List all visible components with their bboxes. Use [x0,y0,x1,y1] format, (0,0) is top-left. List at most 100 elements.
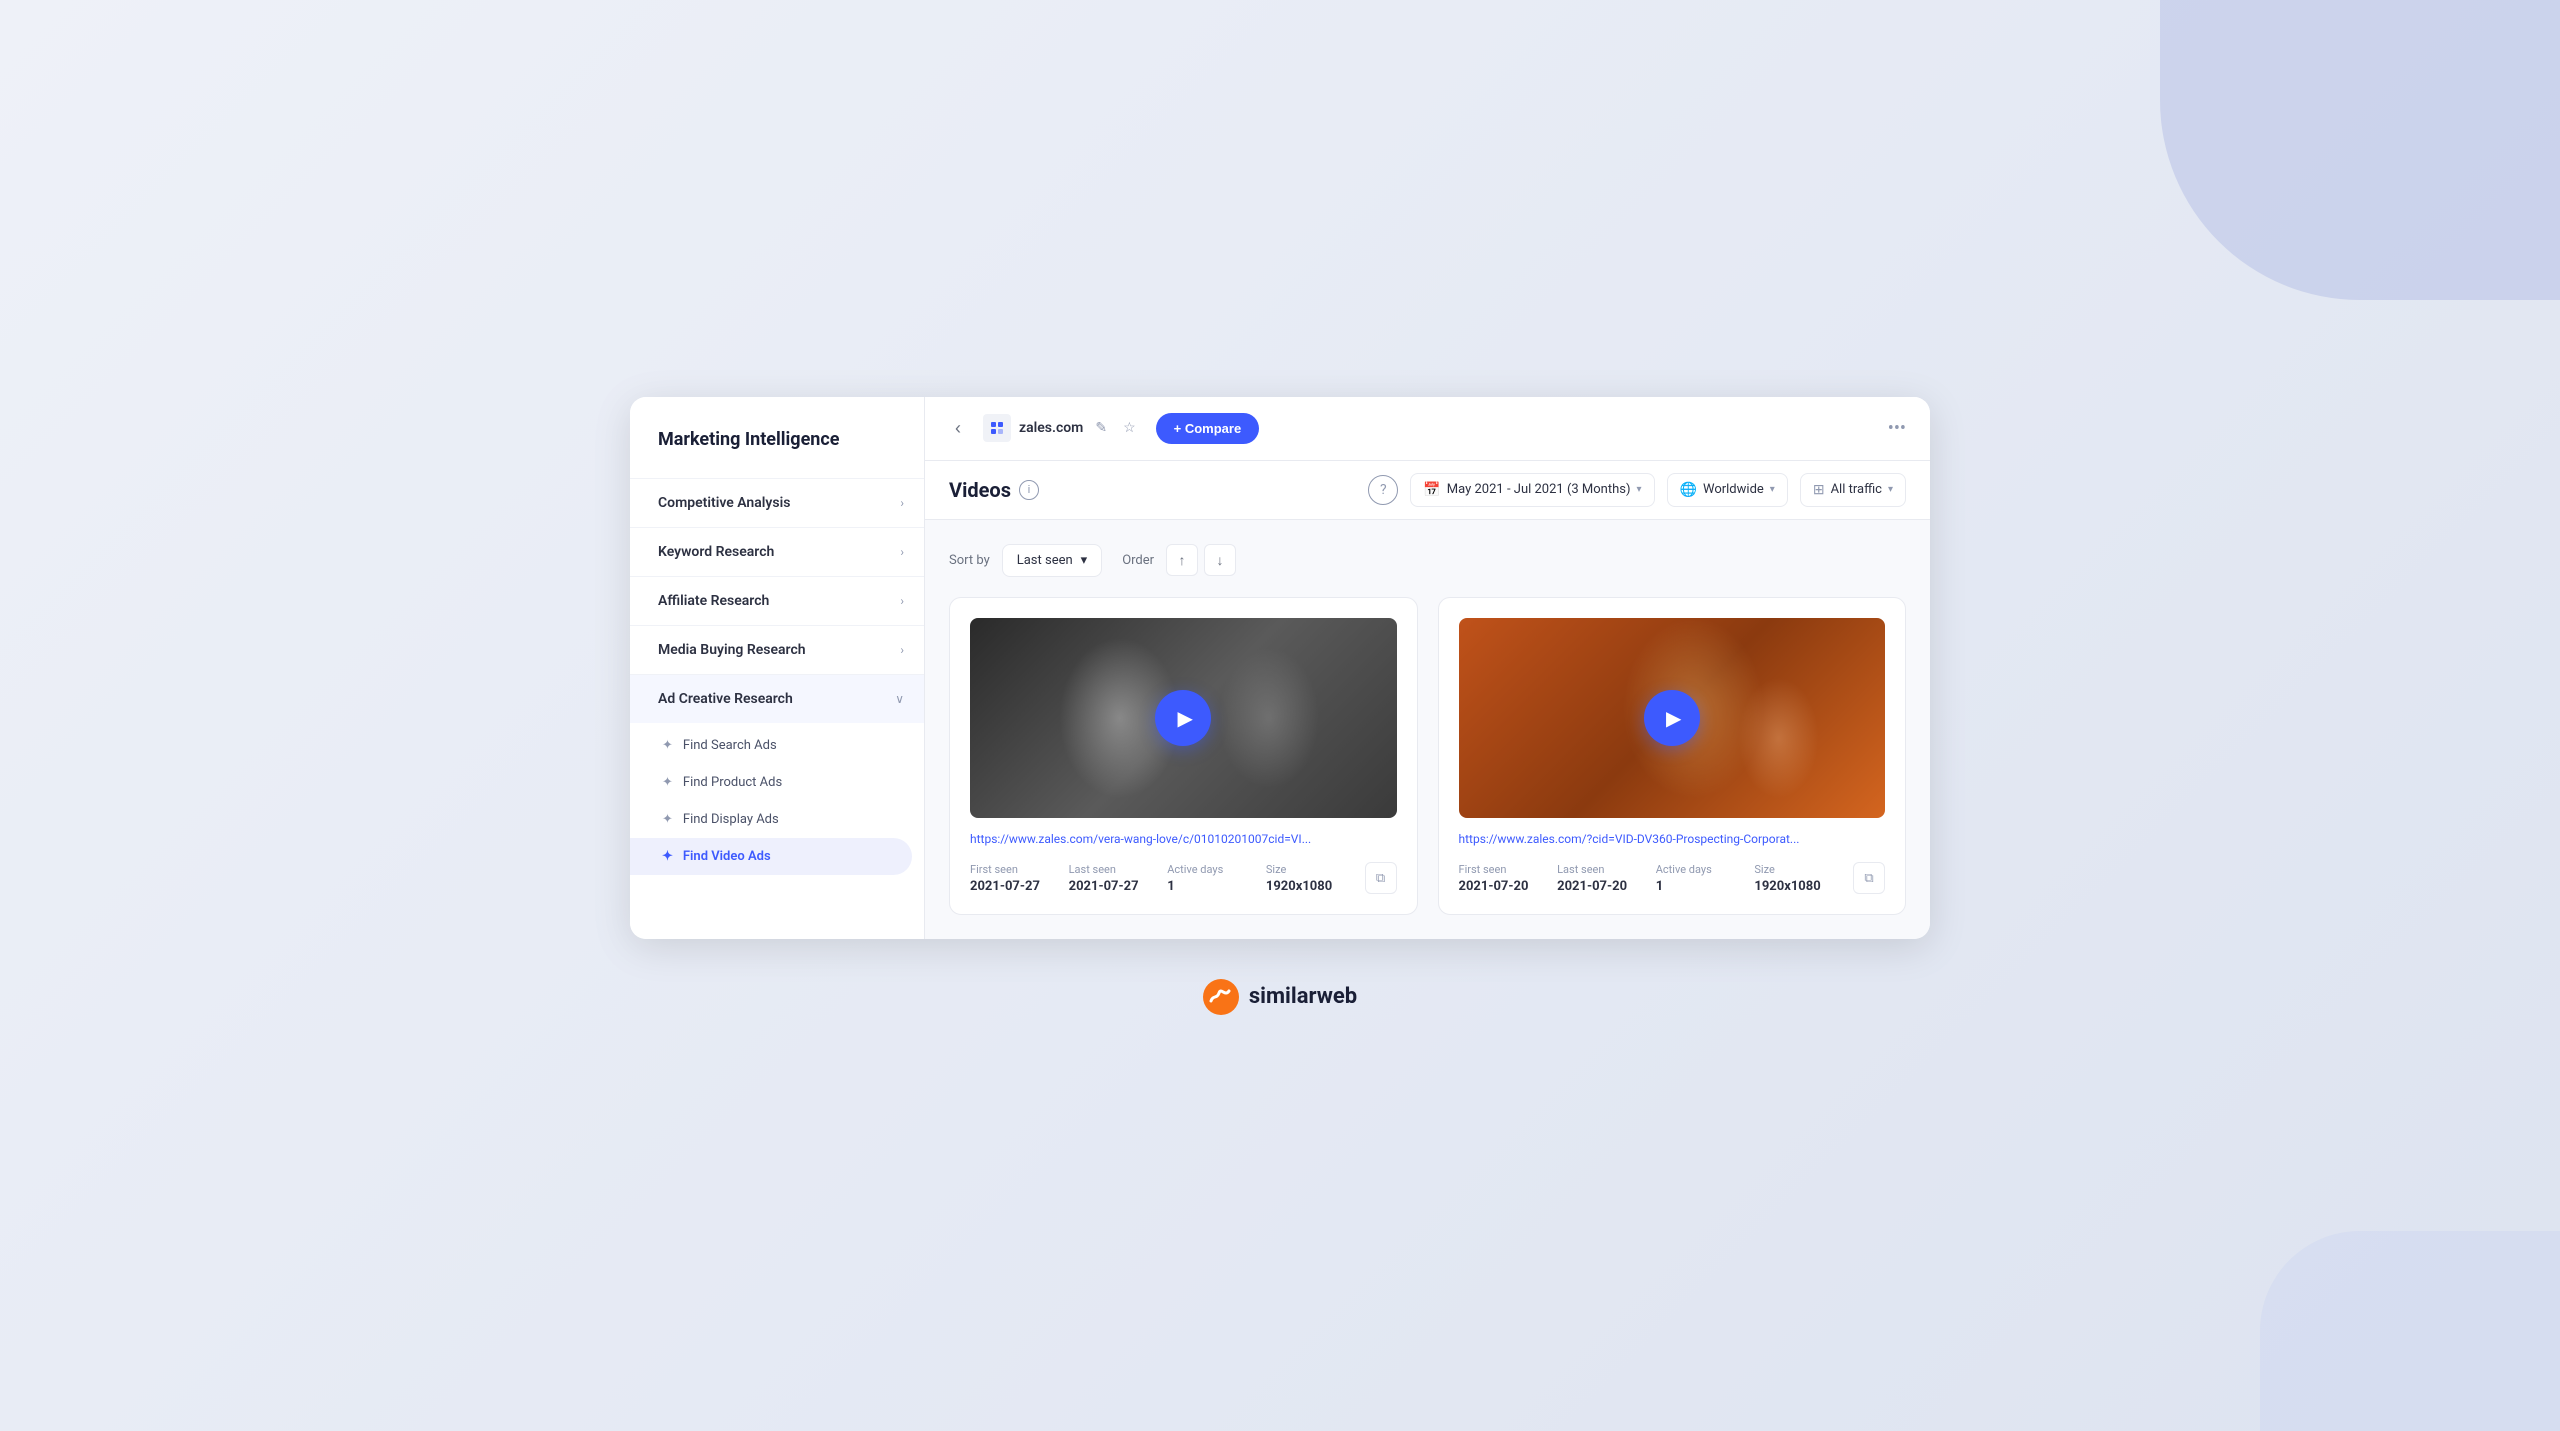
meta-first-seen-1: First seen 2021-07-27 [970,863,1069,894]
chevron-right-icon: › [900,594,904,608]
size-value: 1920x1080 [1266,879,1365,894]
video-meta-2: First seen 2021-07-20 Last seen 2021-07-… [1459,862,1886,894]
info-icon[interactable]: i [1019,480,1039,500]
last-seen-label: Last seen [1557,863,1656,876]
chevron-right-icon: › [900,496,904,510]
sidebar-item-affiliate-research[interactable]: Affiliate Research › [630,576,924,625]
traffic-filter[interactable]: ⊞ All traffic ▾ [1800,473,1906,507]
sidebar-nav-label: Ad Creative Research [658,691,793,707]
compare-button[interactable]: + Compare [1156,413,1260,444]
domain-section: zales.com ✎ ☆ [983,414,1140,442]
chevron-down-icon: ▾ [1770,484,1775,495]
active-days-label: Active days [1656,863,1755,876]
location-filter[interactable]: 🌐 Worldwide ▾ [1667,473,1788,507]
sidebar-nav-label: Media Buying Research [658,642,806,658]
sort-dropdown[interactable]: Last seen ▾ [1002,544,1102,577]
chevron-down-icon: ▾ [1637,484,1642,495]
meta-active-days-2: Active days 1 [1656,863,1755,894]
globe-icon: 🌐 [1680,482,1697,498]
video-thumbnail-1: ▶ [970,618,1397,818]
filter-bar: Videos i ? 📅 May 2021 - Jul 2021 (3 Mont… [925,461,1930,520]
size-label: Size [1754,863,1853,876]
bottom-logo: similarweb [1203,939,1357,1035]
sidebar-item-keyword-research[interactable]: Keyword Research › [630,527,924,576]
play-button-1[interactable]: ▶ [1155,690,1211,746]
video-grid: ▶ https://www.zales.com/vera-wang-love/c… [949,597,1906,915]
back-button[interactable]: ‹ [949,412,967,445]
sidebar-nav-label: Keyword Research [658,544,774,560]
domain-icon [983,414,1011,442]
play-icon: ▶ [1666,706,1681,730]
sidebar-item-ad-creative-research[interactable]: Ad Creative Research ∨ [630,674,924,723]
traffic-icon: ⊞ [1813,482,1825,498]
external-link-icon: ⧉ [1864,870,1873,886]
video-meta-1: First seen 2021-07-27 Last seen 2021-07-… [970,862,1397,894]
order-asc-button[interactable]: ↑ [1166,544,1198,576]
sort-by-label: Sort by [949,553,990,568]
more-options-icon[interactable]: ••• [1888,418,1906,439]
order-label: Order [1122,553,1154,568]
sub-item-label: Find Display Ads [683,812,779,827]
sort-bar: Sort by Last seen ▾ Order ↑ ↓ [949,544,1906,577]
last-seen-value: 2021-07-20 [1557,879,1656,894]
main-content: ‹ zales.com ✎ ☆ + Compare ••• [925,397,1930,939]
top-bar: ‹ zales.com ✎ ☆ + Compare ••• [925,397,1930,461]
page-title: Videos [949,478,1011,502]
sidebar-sub-item-find-video-ads[interactable]: ✦ Find Video Ads [630,838,912,875]
product-ads-icon: ✦ [662,775,673,790]
first-seen-value: 2021-07-20 [1459,879,1558,894]
play-button-2[interactable]: ▶ [1644,690,1700,746]
video-url-2[interactable]: https://www.zales.com/?cid=VID-DV360-Pro… [1459,832,1886,846]
chevron-right-icon: › [900,643,904,657]
meta-size-1: Size 1920x1080 [1266,863,1365,894]
date-filter[interactable]: 📅 May 2021 - Jul 2021 (3 Months) ▾ [1410,473,1654,507]
video-url-1[interactable]: https://www.zales.com/vera-wang-love/c/0… [970,832,1397,846]
star-icon[interactable]: ☆ [1119,416,1140,440]
traffic-label: All traffic [1831,482,1882,497]
sub-item-label: Find Search Ads [683,738,777,753]
similarweb-logo-text: similarweb [1249,984,1357,1009]
sidebar-item-media-buying-research[interactable]: Media Buying Research › [630,625,924,674]
sub-item-label: Find Video Ads [683,849,771,864]
video-ads-icon: ✦ [662,849,673,864]
order-desc-button[interactable]: ↓ [1204,544,1236,576]
order-buttons: ↑ ↓ [1166,544,1236,576]
video-card: ▶ https://www.zales.com/?cid=VID-DV360-P… [1438,597,1907,915]
first-seen-label: First seen [970,863,1069,876]
size-label: Size [1266,863,1365,876]
ad-creative-sub-menu: ✦ Find Search Ads ✦ Find Product Ads ✦ F… [630,723,924,879]
page-title-section: Videos i ? [949,475,1398,505]
first-seen-label: First seen [1459,863,1558,876]
external-link-button-2[interactable]: ⧉ [1853,862,1885,894]
video-thumbnail-2: ▶ [1459,618,1886,818]
sub-item-label: Find Product Ads [683,775,782,790]
sidebar-sub-item-find-search-ads[interactable]: ✦ Find Search Ads [630,727,924,764]
similarweb-logo-icon [1203,979,1239,1015]
sort-option-label: Last seen [1017,553,1073,568]
top-bar-right: ••• [1888,418,1906,439]
external-link-icon: ⧉ [1376,870,1385,886]
sidebar-sub-item-find-product-ads[interactable]: ✦ Find Product Ads [630,764,924,801]
sidebar: Marketing Intelligence Competitive Analy… [630,397,925,939]
sidebar-nav-label: Affiliate Research [658,593,769,609]
content-area: Sort by Last seen ▾ Order ↑ ↓ ▶ [925,520,1930,939]
sidebar-title: Marketing Intelligence [630,429,924,478]
active-days-value: 1 [1167,879,1266,894]
app-container: Marketing Intelligence Competitive Analy… [630,397,1930,939]
last-seen-value: 2021-07-27 [1069,879,1168,894]
date-range-label: May 2021 - Jul 2021 (3 Months) [1447,482,1631,497]
edit-icon[interactable]: ✎ [1091,416,1111,440]
external-link-button-1[interactable]: ⧉ [1365,862,1397,894]
chevron-down-icon: ▾ [1888,484,1893,495]
video-card: ▶ https://www.zales.com/vera-wang-love/c… [949,597,1418,915]
question-icon[interactable]: ? [1368,475,1398,505]
display-ads-icon: ✦ [662,812,673,827]
location-label: Worldwide [1703,482,1764,497]
play-icon: ▶ [1178,706,1193,730]
search-ads-icon: ✦ [662,738,673,753]
meta-last-seen-2: Last seen 2021-07-20 [1557,863,1656,894]
sidebar-nav-label: Competitive Analysis [658,495,790,511]
meta-first-seen-2: First seen 2021-07-20 [1459,863,1558,894]
sidebar-sub-item-find-display-ads[interactable]: ✦ Find Display Ads [630,801,924,838]
sidebar-item-competitive-analysis[interactable]: Competitive Analysis › [630,478,924,527]
